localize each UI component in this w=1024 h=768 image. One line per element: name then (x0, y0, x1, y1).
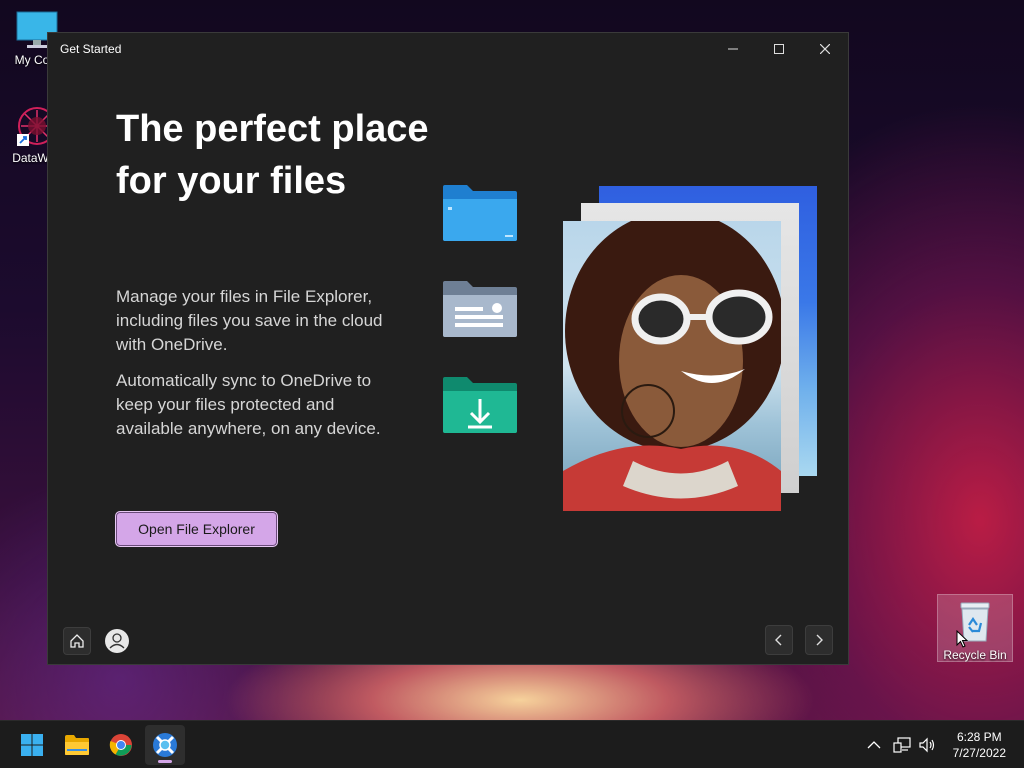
file-explorer-icon (65, 735, 89, 755)
volume-icon[interactable] (918, 735, 938, 755)
taskbar-get-started[interactable] (145, 725, 185, 765)
network-icon[interactable] (892, 735, 912, 755)
windows-start-icon (21, 734, 43, 756)
get-started-icon (153, 733, 177, 757)
portrait-illustration (563, 221, 781, 511)
chevron-right-icon (816, 634, 823, 646)
title-bar[interactable]: Get Started (48, 33, 848, 65)
clock-date: 7/27/2022 (952, 746, 1006, 760)
get-started-window: Get Started The perfect place for your f… (47, 32, 849, 665)
chevron-up-icon[interactable] (864, 735, 884, 755)
maximize-icon (774, 44, 784, 54)
portrait-photo (563, 221, 781, 511)
window-title: Get Started (60, 42, 122, 56)
minimize-button[interactable] (710, 33, 756, 65)
taskbar-clock[interactable]: 6:28 PM 7/27/2022 (953, 729, 1006, 761)
blue-folder-icon (443, 185, 517, 241)
start-button[interactable] (12, 725, 52, 765)
chrome-icon (109, 734, 132, 756)
clock-time: 6:28 PM (956, 730, 1002, 744)
maximize-button[interactable] (756, 33, 802, 65)
next-button[interactable] (805, 625, 833, 655)
person-icon (105, 629, 129, 653)
minimize-icon (728, 48, 738, 50)
home-icon (70, 634, 84, 648)
close-icon (820, 44, 830, 54)
window-controls (710, 33, 848, 65)
description-paragraph-2: Automatically sync to OneDrive to keep y… (116, 371, 381, 438)
taskbar-chrome[interactable] (101, 725, 141, 765)
active-app-indicator (158, 760, 172, 763)
chevron-left-icon (775, 634, 782, 646)
open-file-explorer-button[interactable]: Open File Explorer (115, 511, 278, 547)
system-tray (864, 721, 938, 768)
mouse-cursor-icon (956, 630, 968, 648)
taskbar-file-explorer[interactable] (57, 725, 97, 765)
previous-button[interactable] (765, 625, 793, 655)
close-button[interactable] (802, 33, 848, 65)
desktop-icon-label: Recycle Bin (943, 648, 1007, 662)
desktop-icon-recycle-bin[interactable]: Recycle Bin (937, 594, 1013, 662)
home-button[interactable] (63, 627, 91, 655)
description-paragraph-1: Manage your files in File Explorer, incl… (116, 287, 383, 354)
taskbar: 6:28 PM 7/27/2022 (0, 720, 1024, 768)
document-folder-icon (443, 281, 517, 337)
page-headline: The perfect place for your files (116, 108, 429, 202)
profile-button[interactable] (103, 627, 131, 655)
download-folder-icon (443, 377, 517, 433)
